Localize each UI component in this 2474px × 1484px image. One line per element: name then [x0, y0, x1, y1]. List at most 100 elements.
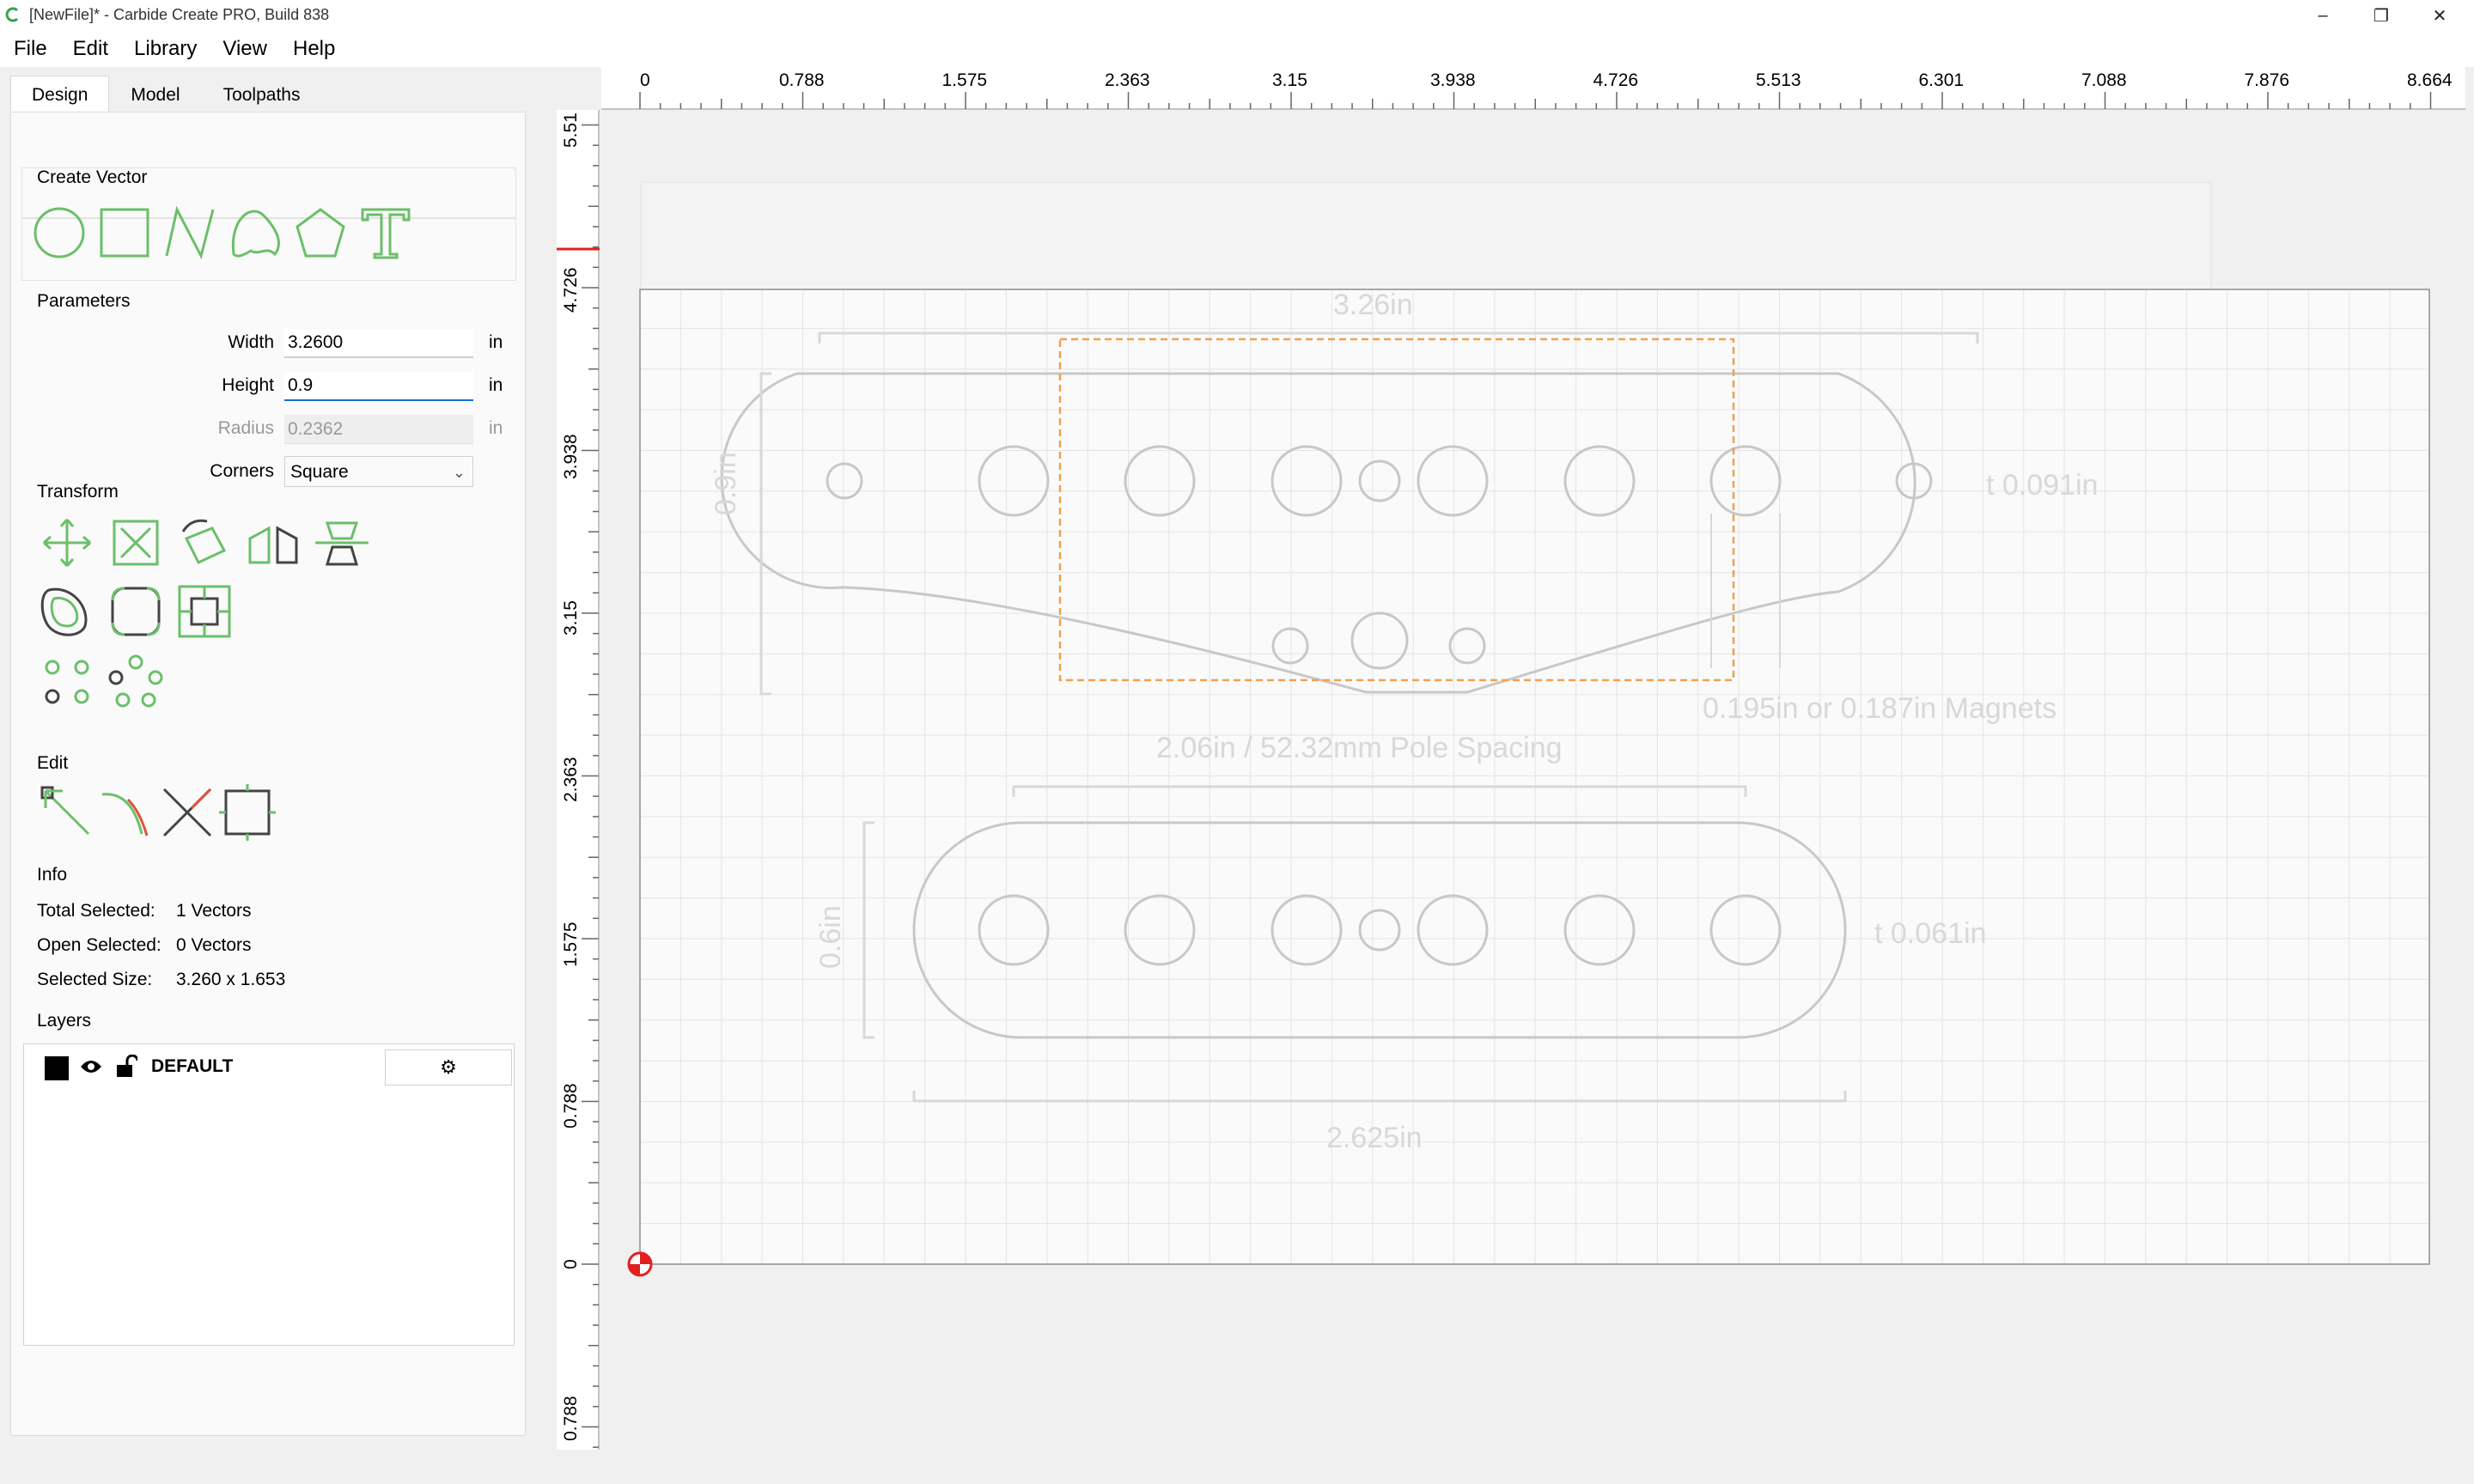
total-selected-value: 1 Vectors	[176, 901, 252, 921]
app-logo-icon	[5, 7, 19, 22]
parameters-title: Parameters	[37, 291, 131, 311]
open-selected-label: Open Selected:	[37, 935, 161, 955]
move-icon	[43, 519, 91, 567]
ruler-top-label: 2.363	[1105, 70, 1150, 90]
polyline-tool[interactable]	[160, 203, 220, 263]
ruler-left-label: 3.15	[561, 600, 581, 636]
ruler-left-label: 3.938	[561, 433, 581, 479]
circle-tool[interactable]	[29, 203, 89, 263]
polygon-tool[interactable]	[290, 203, 350, 263]
trim-icon	[101, 793, 149, 836]
layer-color-swatch[interactable]	[45, 1056, 69, 1080]
ruler-top-label: 3.938	[1430, 70, 1476, 90]
maximize-icon: ❐	[2373, 6, 2389, 26]
selected-size-value: 3.260 x 1.653	[176, 970, 286, 989]
align-tool[interactable]	[312, 513, 372, 573]
menu-edit[interactable]: Edit	[61, 37, 120, 61]
height-unit: in	[489, 375, 503, 395]
annotation-bottom-height: 0.6in	[814, 905, 847, 969]
drawing-canvas[interactable]	[601, 110, 2474, 1450]
circular-pattern-tool[interactable]	[106, 652, 166, 712]
move-tool[interactable]	[37, 513, 97, 573]
align-icon	[315, 521, 369, 566]
rotate-tool[interactable]	[174, 513, 235, 573]
annotation-pole-spacing: 2.06in / 52.32mm Pole Spacing	[1156, 732, 1563, 764]
mode-tabs: Design Model Toolpaths	[10, 76, 322, 113]
annotation-top-width: 3.26in	[1333, 289, 1413, 321]
ruler-left-label: 0.788	[561, 1082, 581, 1128]
radius-input	[284, 415, 473, 444]
material-area	[639, 289, 2430, 1265]
lock-open-icon[interactable]	[115, 1055, 137, 1079]
menu-bar: File Edit Library View Help	[0, 31, 2474, 67]
ruler-top-label: 6.301	[1918, 70, 1965, 90]
corners-label: Corners	[210, 461, 274, 481]
ruler-top-label: 7.088	[2081, 70, 2127, 90]
circle-icon	[34, 207, 85, 258]
left-panel: Design Model Toolpaths Create Vector Par…	[10, 76, 526, 1437]
chevron-down-icon: ⌄	[452, 464, 466, 481]
text-icon	[361, 208, 411, 259]
node-edit-tool[interactable]	[37, 782, 97, 842]
trim-tool[interactable]	[97, 782, 157, 842]
offset-tool[interactable]	[37, 581, 97, 642]
close-button[interactable]: ✕	[2412, 0, 2467, 31]
tab-design[interactable]: Design	[10, 76, 110, 113]
ruler-top-label: 0.788	[779, 70, 825, 90]
bounding-box-tool[interactable]	[174, 581, 235, 642]
maximize-button[interactable]: ❐	[2354, 0, 2409, 31]
height-label: Height	[222, 375, 274, 395]
info-title: Info	[37, 865, 68, 885]
width-unit: in	[489, 332, 503, 352]
gear-icon: ⚙	[440, 1056, 457, 1078]
array-pattern-tool[interactable]	[37, 652, 97, 712]
join-icon	[219, 784, 276, 841]
rectangle-tool[interactable]	[94, 203, 155, 263]
curve-tool[interactable]	[225, 203, 285, 263]
ruler-left-label: 0	[561, 1258, 581, 1269]
ruler-left-label: 5.51	[561, 113, 581, 148]
offset-icon	[40, 587, 88, 636]
layers-list: DEFAULT ⚙	[23, 1043, 515, 1346]
cut-icon	[162, 788, 212, 837]
minimize-button[interactable]: –	[2295, 0, 2350, 31]
design-tab-body: Create Vector Parameters Width 3.2600 in…	[10, 112, 526, 1436]
polyline-icon	[165, 205, 215, 260]
radius-label: Radius	[217, 418, 274, 438]
title-bar: [NewFile]* - Carbide Create PRO, Build 8…	[0, 0, 2474, 31]
menu-help[interactable]: Help	[281, 37, 347, 61]
scale-icon	[113, 520, 159, 566]
layer-row[interactable]: DEFAULT ⚙	[24, 1044, 514, 1087]
layer-settings-button[interactable]: ⚙	[385, 1049, 512, 1086]
tab-model[interactable]: Model	[109, 76, 201, 113]
create-vector-group	[21, 167, 516, 281]
window-title: [NewFile]* - Carbide Create PRO, Build 8…	[29, 6, 330, 23]
polygon-icon	[296, 208, 345, 258]
transform-title: Transform	[37, 482, 119, 502]
tab-toolpaths[interactable]: Toolpaths	[202, 76, 322, 113]
ruler-top-label: 4.726	[1593, 70, 1639, 90]
open-selected-value: 0 Vectors	[176, 935, 252, 955]
ruler-top-ticks	[601, 92, 2465, 110]
width-input[interactable]	[284, 329, 473, 358]
circular-pattern-icon	[108, 654, 163, 708]
fillet-tool[interactable]	[106, 581, 166, 642]
corners-select[interactable]: Square ⌄	[284, 456, 473, 487]
bounding-box-icon	[178, 585, 231, 638]
menu-file[interactable]: File	[2, 37, 59, 61]
mirror-tool[interactable]	[243, 513, 303, 573]
height-input[interactable]	[284, 372, 473, 401]
radius-unit: in	[489, 418, 503, 438]
ruler-top-label: 3.15	[1272, 70, 1307, 90]
close-icon: ✕	[2432, 6, 2447, 26]
menu-library[interactable]: Library	[122, 37, 209, 61]
scale-tool[interactable]	[106, 513, 166, 573]
layers-title: Layers	[37, 1011, 92, 1031]
menu-view[interactable]: View	[210, 37, 279, 61]
join-tool[interactable]	[217, 782, 277, 842]
ruler-left-label: 2.363	[561, 756, 581, 802]
total-selected-label: Total Selected:	[37, 901, 155, 921]
eye-icon[interactable]	[79, 1058, 103, 1075]
text-tool[interactable]	[356, 203, 416, 263]
cut-tool[interactable]	[157, 782, 217, 842]
